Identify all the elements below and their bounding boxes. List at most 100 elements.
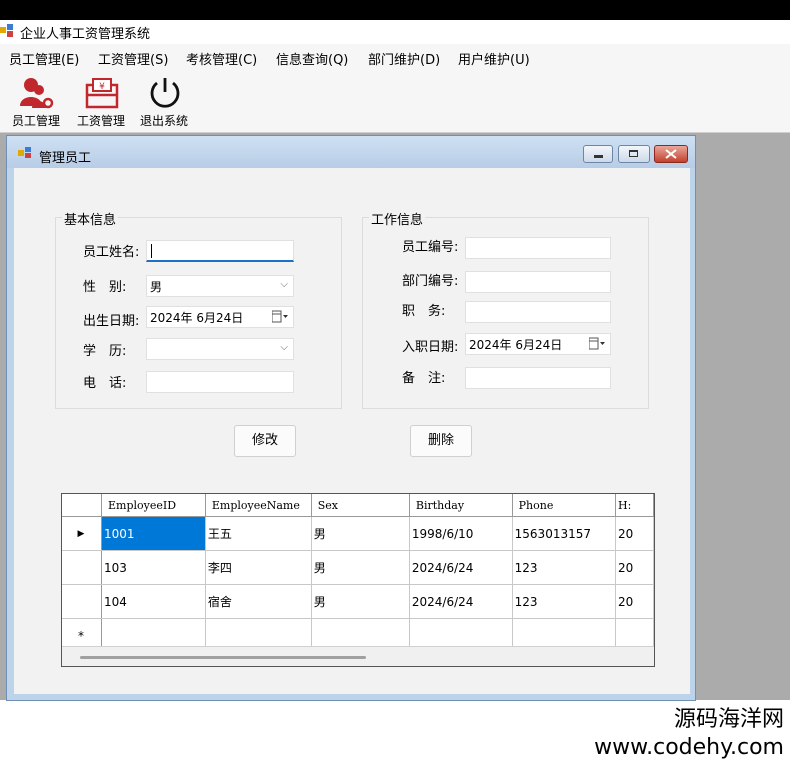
table-cell[interactable]: 男: [311, 516, 410, 551]
basic-info-title: 基本信息: [62, 209, 119, 228]
delete-button[interactable]: 删除: [410, 425, 472, 457]
top-black-strip: [0, 0, 790, 20]
table-cell[interactable]: 20: [615, 584, 654, 619]
menu-employee[interactable]: 员工管理(E): [9, 49, 79, 68]
minimize-icon: [594, 155, 603, 158]
calendar-icon: [272, 310, 288, 323]
note-label: 备 注:: [402, 371, 446, 386]
phone-input[interactable]: [146, 371, 294, 393]
gender-value: 男: [150, 280, 163, 294]
table-cell[interactable]: 2024/6/24: [409, 584, 513, 619]
employee-table: EmployeeID EmployeeName Sex Birthday Pho…: [62, 494, 654, 653]
position-label: 职 务:: [402, 304, 446, 319]
column-header[interactable]: EmployeeName: [205, 494, 312, 517]
watermark-line2: www.codehy.com: [594, 735, 784, 760]
table-cell[interactable]: 123: [512, 550, 617, 585]
text-caret: [151, 244, 152, 258]
close-button[interactable]: [654, 145, 688, 163]
education-select[interactable]: ⌵: [146, 338, 294, 360]
toolbar: 员工管理 ¥ 工资管理 退出系统: [0, 70, 790, 133]
column-header[interactable]: H:: [615, 494, 654, 517]
child-titlebar[interactable]: 管理员工: [7, 136, 695, 168]
close-icon: [665, 149, 677, 159]
minimize-button[interactable]: [583, 145, 613, 163]
table-cell[interactable]: 宿舍: [205, 584, 312, 619]
hire-date-label: 入职日期:: [402, 340, 459, 355]
position-input[interactable]: [465, 301, 611, 323]
name-input[interactable]: [146, 240, 294, 262]
employee-grid[interactable]: EmployeeID EmployeeName Sex Birthday Pho…: [61, 493, 655, 667]
column-header[interactable]: Sex: [311, 494, 410, 517]
maximize-icon: [629, 150, 638, 157]
department-id-input[interactable]: [465, 271, 611, 293]
horizontal-scrollbar[interactable]: [62, 646, 654, 666]
window-client-area: 基本信息 员工姓名: 性 别: 男 ⌵ 出生日期: 2024年 6月24日 学 …: [14, 168, 690, 694]
menu-query[interactable]: 信息查询(Q): [276, 49, 348, 68]
table-cell[interactable]: 男: [311, 584, 410, 619]
manage-employee-window: 管理员工 基本信息 员工姓名: 性 别: 男 ⌵ 出生日期: 2024年 6月2…: [6, 135, 696, 701]
table-cell[interactable]: 王五: [205, 516, 312, 551]
table-cell[interactable]: 2024/6/24: [409, 550, 513, 585]
child-title: 管理员工: [39, 151, 92, 166]
work-info-group: 工作信息 员工编号: 部门编号: 职 务: 入职日期: 2024年 6月24日: [362, 209, 649, 409]
department-id-label: 部门编号:: [402, 274, 459, 289]
employee-id-label: 员工编号:: [402, 240, 459, 255]
row-selector[interactable]: [62, 550, 102, 585]
table-cell[interactable]: 103: [101, 550, 206, 585]
menu-user[interactable]: 用户维护(U): [458, 49, 530, 68]
table-row[interactable]: 104 宿舍 男 2024/6/24 123 20: [62, 584, 654, 619]
birth-date-picker[interactable]: 2024年 6月24日: [146, 306, 294, 328]
row-selector[interactable]: [62, 584, 102, 619]
basic-info-group: 基本信息 员工姓名: 性 别: 男 ⌵ 出生日期: 2024年 6月24日 学 …: [55, 209, 342, 409]
watermark: 源码海洋网 www.codehy.com: [594, 706, 784, 762]
table-cell[interactable]: 1001: [101, 516, 206, 551]
app-icon: [0, 24, 13, 37]
power-icon: [150, 78, 180, 108]
work-info-title: 工作信息: [369, 209, 426, 228]
menu-assessment[interactable]: 考核管理(C): [186, 49, 257, 68]
employee-icon: [20, 78, 54, 109]
menu-department[interactable]: 部门维护(D): [368, 49, 440, 68]
table-row[interactable]: 103 李四 男 2024/6/24 123 20: [62, 550, 654, 585]
toolbar-employee-label: 员工管理: [11, 114, 60, 128]
hire-date-value: 2024年 6月24日: [469, 338, 563, 352]
name-label: 员工姓名:: [83, 245, 140, 260]
gender-select[interactable]: 男 ⌵: [146, 275, 294, 297]
column-header[interactable]: EmployeeID: [101, 494, 206, 517]
table-cell[interactable]: 李四: [205, 550, 312, 585]
table-cell[interactable]: 1998/6/10: [409, 516, 513, 551]
table-cell[interactable]: 1563013157: [512, 516, 617, 551]
app-title: 企业人事工资管理系统: [20, 27, 151, 42]
menu-salary[interactable]: 工资管理(S): [98, 49, 168, 68]
modify-button[interactable]: 修改: [234, 425, 296, 457]
table-cell[interactable]: 男: [311, 550, 410, 585]
row-header-corner: [62, 494, 102, 517]
table-cell[interactable]: 123: [512, 584, 617, 619]
calendar-icon: [589, 337, 605, 350]
hire-date-picker[interactable]: 2024年 6月24日: [465, 333, 611, 355]
note-input[interactable]: [465, 367, 611, 389]
toolbar-employee-button[interactable]: 员工管理: [6, 74, 66, 130]
svg-text:¥: ¥: [99, 82, 105, 92]
toolbar-salary-label: 工资管理: [76, 114, 125, 128]
table-row[interactable]: ▶ 1001 王五 男 1998/6/10 1563013157 20: [62, 516, 654, 551]
app-titlebar: 企业人事工资管理系统: [0, 20, 790, 44]
menu-bar: 员工管理(E) 工资管理(S) 考核管理(C) 信息查询(Q) 部门维护(D) …: [0, 44, 790, 71]
maximize-button[interactable]: [618, 145, 650, 163]
row-selector[interactable]: ▶: [62, 516, 102, 551]
watermark-line1: 源码海洋网: [673, 707, 784, 732]
grid-header-row: EmployeeID EmployeeName Sex Birthday Pho…: [62, 494, 654, 517]
employee-id-input[interactable]: [465, 237, 611, 259]
table-cell[interactable]: 20: [615, 550, 654, 585]
column-header[interactable]: Phone: [512, 494, 617, 517]
chevron-down-icon: ⌵: [280, 342, 288, 353]
scrollbar-thumb[interactable]: [80, 656, 366, 659]
table-cell[interactable]: 104: [101, 584, 206, 619]
window-icon: [18, 147, 31, 158]
table-cell[interactable]: 20: [615, 516, 654, 551]
toolbar-salary-button[interactable]: ¥ 工资管理: [71, 74, 131, 130]
column-header[interactable]: Birthday: [409, 494, 513, 517]
chevron-down-icon: ⌵: [280, 279, 288, 290]
phone-label: 电 话:: [83, 376, 127, 391]
toolbar-exit-button[interactable]: 退出系统: [134, 74, 194, 130]
